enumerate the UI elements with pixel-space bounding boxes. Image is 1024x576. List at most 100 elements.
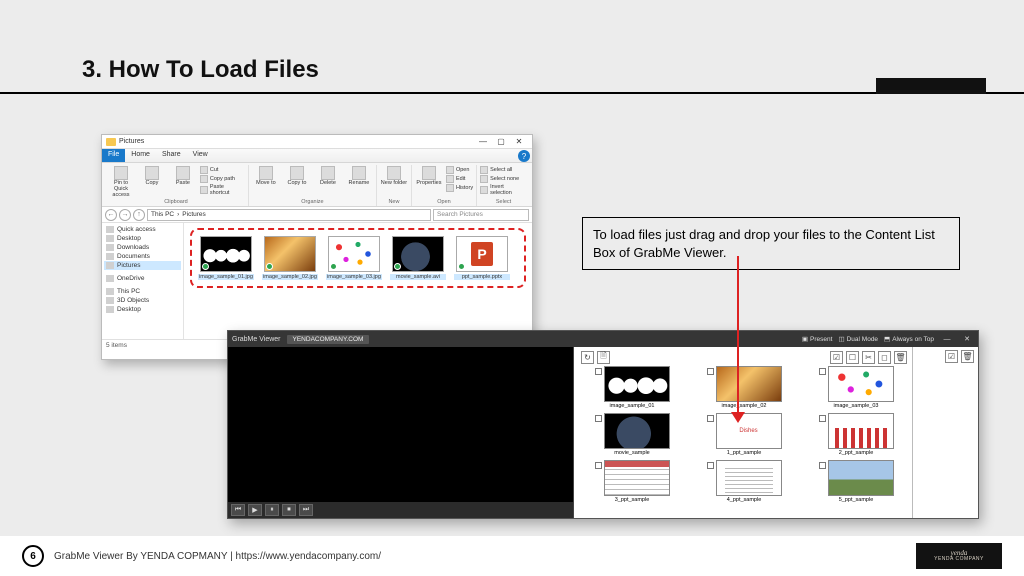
cut-button[interactable]: Cut (200, 166, 245, 174)
list-item[interactable]: 4_ppt_sample (693, 460, 795, 503)
list-toolbar: ↻ 🗎 ☑ ☐ ✂ ◻ 🗑 (581, 350, 907, 366)
trash-icon[interactable]: 🗑 (894, 351, 907, 364)
checkbox[interactable] (819, 415, 826, 422)
maximize-button[interactable]: ▢ (492, 135, 510, 148)
sidebar-item-documents[interactable]: Documents (104, 252, 181, 261)
up-button[interactable]: ↑ (133, 209, 145, 221)
file-pane[interactable]: image_sample_01.jpg image_sample_02.jpg … (184, 223, 532, 339)
rotate-icon[interactable]: ↻ (581, 351, 594, 364)
open-button[interactable]: Open (446, 166, 473, 174)
checkbox[interactable] (595, 368, 602, 375)
history-button[interactable]: History (446, 184, 473, 192)
sidebar-item-pictures[interactable]: Pictures (104, 261, 181, 270)
always-on-top-toggle[interactable]: ⬒ Always on Top (884, 335, 934, 343)
instruction-callout: To load files just drag and drop your fi… (582, 217, 960, 270)
sidebar-item-onedrive[interactable]: OneDrive (104, 274, 181, 283)
selection-box: image_sample_01.jpg image_sample_02.jpg … (190, 228, 526, 288)
nav-pane: Quick access Desktop Downloads Documents… (102, 223, 184, 339)
sync-check-icon (266, 263, 273, 270)
breadcrumb[interactable]: Pictures (182, 211, 205, 218)
present-toggle[interactable]: ▣ Present (802, 335, 833, 343)
first-button[interactable]: ⏮ (231, 504, 245, 516)
paste-shortcut-button[interactable]: Paste shortcut (200, 184, 245, 197)
move-to-button[interactable]: Move to (252, 166, 280, 187)
breadcrumb[interactable]: This PC (151, 211, 174, 218)
file-item[interactable]: ppt_sample.pptx (454, 236, 510, 280)
file-item[interactable]: image_sample_02.jpg (262, 236, 318, 280)
last-button[interactable]: ⏭ (299, 504, 313, 516)
list-item[interactable]: image_sample_03 (805, 366, 907, 409)
frame-icon[interactable]: ◻ (878, 351, 891, 364)
sidebar-item-3d-objects[interactable]: 3D Objects (104, 296, 181, 305)
list-item[interactable]: image_sample_02 (693, 366, 795, 409)
checkbox[interactable] (707, 415, 714, 422)
stop-button[interactable]: ⏹ (282, 504, 296, 516)
file-item[interactable]: movie_sample.avi (390, 236, 446, 280)
select-none-button[interactable]: Select none (480, 175, 527, 183)
doc-icon[interactable]: 🗎 (597, 351, 610, 364)
invert-selection-button[interactable]: Invert selection (480, 184, 527, 197)
copy-path-button[interactable]: Copy path (200, 175, 245, 183)
copy-button[interactable]: Copy (138, 166, 166, 187)
play-button[interactable]: ▶ (248, 504, 262, 516)
pause-button[interactable]: ⏸ (265, 504, 279, 516)
crop-icon[interactable]: ✂ (862, 351, 875, 364)
checkbox[interactable] (819, 462, 826, 469)
forward-button[interactable]: → (119, 209, 131, 221)
page-number: 6 (22, 545, 44, 567)
sidebar-item-downloads[interactable]: Downloads (104, 243, 181, 252)
copy-to-button[interactable]: Copy to (283, 166, 311, 187)
delete-button[interactable]: Delete (314, 166, 342, 187)
back-button[interactable]: ← (105, 209, 117, 221)
uncheck-icon[interactable]: ☐ (846, 351, 859, 364)
checkbox[interactable] (707, 368, 714, 375)
checkbox[interactable] (595, 462, 602, 469)
search-input[interactable]: Search Pictures (433, 209, 529, 221)
close-button[interactable]: ✕ (510, 135, 528, 148)
checkbox[interactable] (595, 415, 602, 422)
content-list-box[interactable]: ↻ 🗎 ☑ ☐ ✂ ◻ 🗑 image_sample_01 image_samp… (574, 347, 912, 518)
check-all-icon[interactable]: ☑ (945, 350, 958, 363)
tab-share[interactable]: Share (156, 149, 187, 162)
tab-view[interactable]: View (187, 149, 214, 162)
new-folder-button[interactable]: New folder (380, 166, 408, 187)
address-bar[interactable]: This PC › Pictures (147, 209, 431, 221)
checkbox[interactable] (819, 368, 826, 375)
footer: 6 GrabMe Viewer By YENDA COPMANY | https… (0, 536, 1024, 576)
list-item[interactable]: 2_ppt_sample (805, 413, 907, 456)
file-item[interactable]: image_sample_03.jpg (326, 236, 382, 280)
select-all-button[interactable]: Select all (480, 166, 527, 174)
minimize-button[interactable]: — (940, 336, 954, 343)
rename-button[interactable]: Rename (345, 166, 373, 187)
explorer-titlebar: Pictures — ▢ ✕ (102, 135, 532, 149)
desktop-icon (106, 235, 114, 242)
sidebar-item-desktop[interactable]: Desktop (104, 234, 181, 243)
edit-button[interactable]: Edit (446, 175, 473, 183)
preview-pane: ⏮ ▶ ⏸ ⏹ ⏭ (228, 347, 574, 518)
file-item[interactable]: image_sample_01.jpg (198, 236, 254, 280)
trash-icon[interactable]: 🗑 (961, 350, 974, 363)
help-icon[interactable]: ? (518, 150, 530, 162)
properties-button[interactable]: Properties (415, 166, 443, 187)
checkbox[interactable] (707, 462, 714, 469)
ribbon-group-caption: New (380, 198, 408, 206)
sync-check-icon (394, 263, 401, 270)
minimize-button[interactable]: — (474, 135, 492, 148)
sidebar-item-desktop[interactable]: Desktop (104, 305, 181, 314)
close-button[interactable]: ✕ (960, 335, 974, 343)
list-item[interactable]: image_sample_01 (581, 366, 683, 409)
cube-icon (106, 297, 114, 304)
list-item[interactable]: 3_ppt_sample (581, 460, 683, 503)
pin-button[interactable]: Pin to Quick access (107, 166, 135, 198)
paste-button[interactable]: Paste (169, 166, 197, 187)
tab-file[interactable]: File (102, 149, 125, 162)
ribbon: Pin to Quick access Copy Paste Cut Copy … (102, 163, 532, 207)
list-item[interactable]: movie_sample (581, 413, 683, 456)
tab-home[interactable]: Home (125, 149, 156, 162)
ribbon-group-caption: Organize (252, 198, 373, 206)
list-item[interactable]: 5_ppt_sample (805, 460, 907, 503)
sidebar-item-quick-access[interactable]: Quick access (104, 225, 181, 234)
sidebar-item-this-pc[interactable]: This PC (104, 287, 181, 296)
check-all-icon[interactable]: ☑ (830, 351, 843, 364)
dual-mode-toggle[interactable]: ◫ Dual Mode (838, 335, 878, 343)
